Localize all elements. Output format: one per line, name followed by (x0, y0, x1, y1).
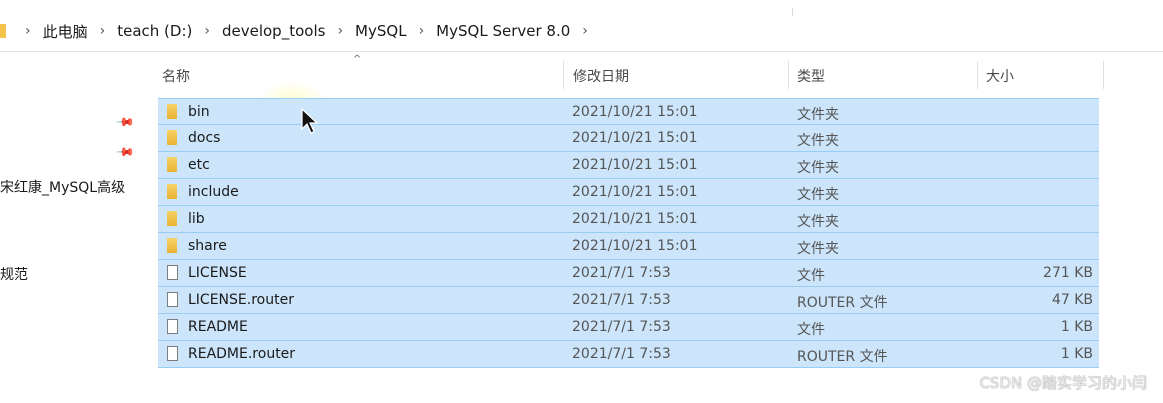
file-list: bin 2021/10/21 15:01 文件夹 docs 2021/10/21… (158, 98, 1099, 368)
watermark: CSDN @踏实学习的小闫 (979, 374, 1147, 392)
nav-item-spec[interactable]: 规范 (0, 264, 138, 284)
file-type: 文件夹 (797, 133, 839, 149)
file-type: ROUTER 文件 (797, 295, 888, 311)
address-bar: › 此电脑 › teach (D:) › develop_tools › MyS… (0, 8, 1163, 52)
table-row[interactable]: LICENSE.router 2021/7/1 7:53 ROUTER 文件 4… (158, 287, 1099, 314)
column-header-date[interactable]: 修改日期 (573, 66, 629, 86)
file-name: LICENSE.router (188, 292, 294, 308)
file-name: docs (188, 130, 221, 146)
file-name: share (188, 238, 227, 254)
folder-icon (167, 104, 177, 119)
folder-icon (0, 24, 6, 38)
nav-item-mysql-course[interactable]: 宋红康_MySQL高级 (0, 177, 138, 197)
chevron-right-icon[interactable]: › (91, 23, 115, 39)
file-size: 1 KB (1060, 319, 1093, 335)
file-name: LICENSE (188, 265, 247, 281)
chevron-right-icon[interactable]: › (328, 23, 352, 39)
mouse-cursor-icon (301, 108, 318, 134)
file-type: 文件夹 (797, 107, 839, 123)
file-date: 2021/10/21 15:01 (572, 104, 698, 120)
file-name: README (188, 319, 248, 335)
table-row[interactable]: README.router 2021/7/1 7:53 ROUTER 文件 1 … (158, 341, 1099, 368)
table-row[interactable]: LICENSE 2021/7/1 7:53 文件 271 KB (158, 260, 1099, 287)
file-date: 2021/7/1 7:53 (572, 319, 671, 335)
file-type: 文件 (797, 268, 825, 284)
table-row[interactable]: etc 2021/10/21 15:01 文件夹 (158, 152, 1099, 179)
column-divider[interactable] (1103, 61, 1104, 89)
chevron-right-icon[interactable]: › (573, 23, 597, 39)
file-date: 2021/10/21 15:01 (572, 130, 698, 146)
table-row[interactable]: share 2021/10/21 15:01 文件夹 (158, 233, 1099, 260)
table-row[interactable]: include 2021/10/21 15:01 文件夹 (158, 179, 1099, 206)
file-name: bin (188, 104, 210, 120)
file-type: 文件夹 (797, 214, 839, 230)
file-date: 2021/10/21 15:01 (572, 238, 698, 254)
chevron-right-icon[interactable]: › (410, 23, 434, 39)
folder-icon (167, 184, 177, 199)
file-type: 文件 (797, 322, 825, 338)
column-header-name[interactable]: 名称 (162, 66, 190, 86)
file-name: README.router (188, 346, 296, 362)
chevron-right-icon[interactable]: › (16, 23, 40, 39)
breadcrumb-develop-tools[interactable]: develop_tools (219, 22, 328, 40)
file-name: lib (188, 211, 205, 227)
column-header-type[interactable]: 类型 (797, 66, 825, 86)
breadcrumb[interactable]: › 此电脑 › teach (D:) › develop_tools › MyS… (0, 12, 776, 50)
table-row[interactable]: lib 2021/10/21 15:01 文件夹 (158, 206, 1099, 233)
file-date: 2021/7/1 7:53 (572, 346, 671, 362)
navigation-pane: 📌 📌 宋红康_MySQL高级 规范 (0, 53, 145, 403)
column-header-size[interactable]: 大小 (986, 66, 1014, 86)
file-icon (167, 319, 178, 334)
file-icon (167, 265, 178, 280)
file-type: 文件夹 (797, 241, 839, 257)
file-size: 271 KB (1043, 265, 1093, 281)
file-name: etc (188, 157, 210, 173)
file-type: ROUTER 文件 (797, 349, 888, 365)
file-type: 文件夹 (797, 187, 839, 203)
file-name: include (188, 184, 239, 200)
breadcrumb-mysql[interactable]: MySQL (352, 22, 410, 40)
file-type: 文件夹 (797, 160, 839, 176)
column-divider[interactable] (977, 61, 978, 89)
file-date: 2021/7/1 7:53 (572, 265, 671, 281)
folder-icon (167, 130, 177, 145)
chevron-right-icon[interactable]: › (195, 23, 219, 39)
file-date: 2021/10/21 15:01 (572, 184, 698, 200)
folder-icon (167, 211, 177, 226)
sort-ascending-icon: ^ (353, 54, 362, 65)
divider (792, 8, 793, 16)
folder-icon (167, 238, 177, 253)
file-size: 1 KB (1060, 346, 1093, 362)
breadcrumb-this-pc[interactable]: 此电脑 (40, 21, 91, 42)
file-icon (167, 346, 178, 361)
pin-icon: 📌 (115, 141, 136, 163)
breadcrumb-drive[interactable]: teach (D:) (114, 22, 195, 40)
file-date: 2021/10/21 15:01 (572, 211, 698, 227)
breadcrumb-mysql-server[interactable]: MySQL Server 8.0 (433, 22, 573, 40)
file-icon (167, 292, 178, 307)
file-size: 47 KB (1051, 292, 1093, 308)
column-divider[interactable] (788, 61, 789, 89)
pin-icon: 📌 (115, 111, 136, 133)
file-date: 2021/7/1 7:53 (572, 292, 671, 308)
table-row[interactable]: README 2021/7/1 7:53 文件 1 KB (158, 314, 1099, 341)
folder-icon (167, 157, 177, 172)
file-date: 2021/10/21 15:01 (572, 157, 698, 173)
column-divider[interactable] (563, 61, 564, 89)
